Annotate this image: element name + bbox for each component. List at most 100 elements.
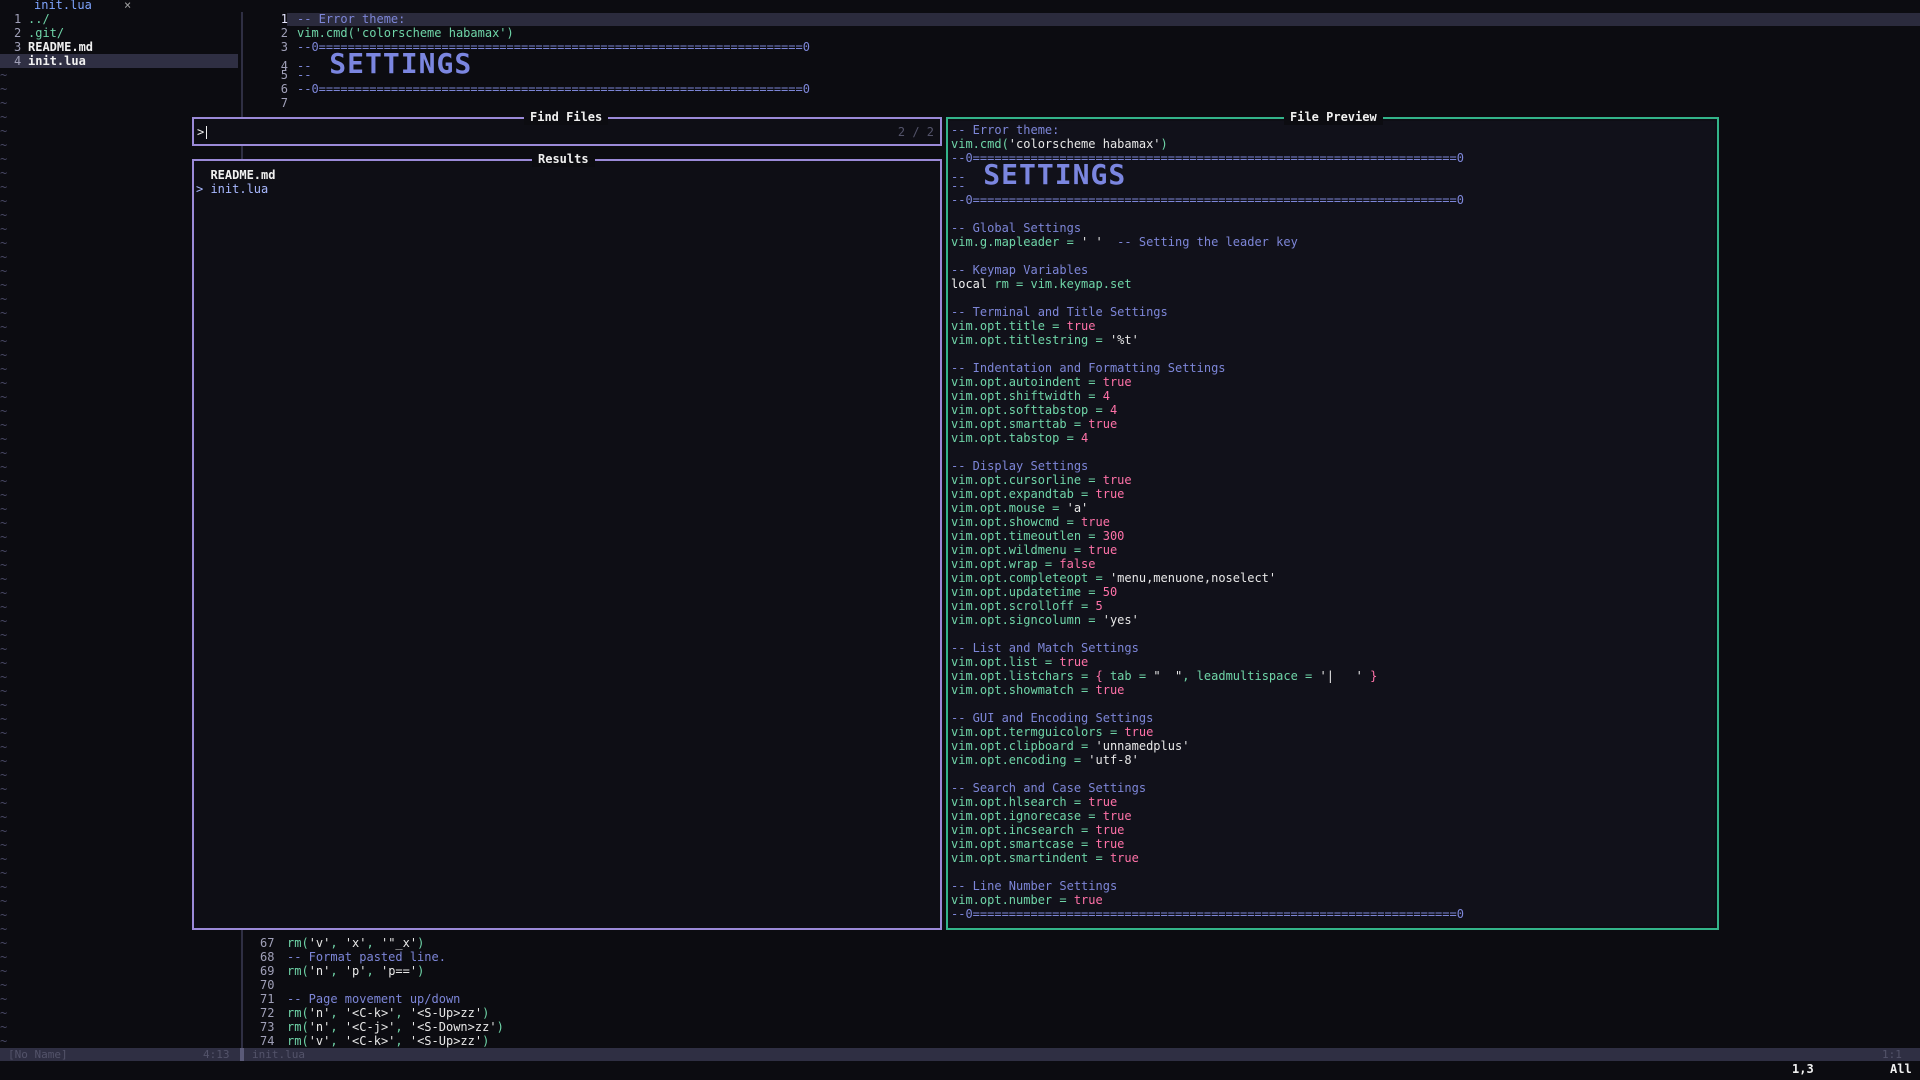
code-line: 1 -- Error theme: (266, 12, 810, 26)
results-window[interactable]: Results README.md > init.lua (192, 151, 942, 930)
preview-token: vim.opt.smartindent = (951, 851, 1110, 865)
results-title: Results (532, 151, 595, 167)
preview-token: vim.opt.smartcase = (951, 837, 1096, 851)
tab-init-lua[interactable]: init.lua (34, 0, 92, 12)
tree-item[interactable]: 1 ../ (0, 12, 238, 26)
tilde: ~ (0, 908, 8, 922)
code-token: 'x' (344, 936, 367, 950)
tree-item-label: ../ (28, 12, 50, 26)
tilde: ~ (0, 824, 8, 838)
preview-token: tab = (1102, 669, 1154, 683)
tab-close-icon[interactable]: × (124, 0, 131, 12)
code-token: 'n' (308, 1006, 331, 1020)
preview-token: vim.opt.smarttab = (951, 417, 1089, 431)
preview-token: '| ' (1319, 669, 1363, 683)
tilde: ~ (0, 278, 8, 292)
code-line: 4 -- SETTINGS (266, 50, 810, 78)
line-number: 69 (260, 964, 282, 978)
code-token: , (330, 936, 345, 950)
status-right-position: 1:1 (1882, 1048, 1902, 1061)
editor-top[interactable]: 1 -- Error theme: 2 vim.cmd('colorscheme ha… (266, 12, 810, 110)
preview-token: true (1059, 655, 1089, 669)
preview-line: vim.opt.title = true (951, 319, 1464, 333)
preview-line: vim.opt.hlsearch = true (951, 795, 1464, 809)
tree-item-number: 1 (14, 12, 22, 26)
preview-token: -- Keymap Variables (951, 263, 1089, 277)
command-line[interactable]: 1,3 All (0, 1062, 1920, 1078)
tilde: ~ (0, 586, 8, 600)
preview-line: vim.opt.number = true (951, 893, 1464, 907)
tree-item[interactable]: 4 init.lua (0, 54, 238, 68)
preview-token: " " (1153, 669, 1183, 683)
preview-token: 'yes' (1102, 613, 1139, 627)
preview-line: vim.g.mapleader = ' ' -- Setting the lea… (951, 235, 1464, 249)
preview-token: vim.opt.scrolloff = (951, 599, 1096, 613)
preview-line: vim.opt.timeoutlen = 300 (951, 529, 1464, 543)
preview-token: --0=====================================… (951, 907, 1464, 921)
tree-empty-lines: ~ ~ ~ ~ ~ ~ ~ ~ ~ ~ ~ ~ ~ ~ ~ ~ ~ ~ ~ ~ ~ ~ ~ ~ ~ ~ ~ ~ ~ ~ ~ ~ ~ ~ ~ ~ ~ ~ ~ ~… (0, 68, 7, 1048)
code-line: 71 -- Page movement up/down (260, 992, 504, 1006)
preview-token: rm = vim.keymap.set (987, 277, 1132, 291)
preview-line: vim.opt.smartcase = true (951, 837, 1464, 851)
tree-item-number: 4 (14, 54, 22, 68)
preview-token: true (1102, 375, 1132, 389)
code-line: 73 rm('n', '<C-j>', '<S-Down>zz') (260, 1020, 504, 1034)
preview-line (951, 249, 1464, 263)
preview-token: --0=====================================… (951, 193, 1464, 207)
tab-line: init.lua × (0, 0, 1920, 12)
tilde: ~ (0, 880, 8, 894)
preview-token: vim.opt.signcolumn = (951, 613, 1103, 627)
preview-token: vim.opt.termguicolors = (951, 725, 1125, 739)
code-token: rm( (287, 1034, 309, 1048)
preview-line (951, 627, 1464, 641)
tilde: ~ (0, 726, 8, 740)
preview-token: -- Setting the leader key (1102, 235, 1298, 249)
preview-token: vim.opt.autoindent = (951, 375, 1103, 389)
preview-line: vim.opt.smartindent = true (951, 851, 1464, 865)
code-token: rm( (287, 1006, 309, 1020)
results-list[interactable]: README.md > init.lua (196, 168, 275, 196)
preview-line: vim.opt.scrolloff = 5 (951, 599, 1464, 613)
code-token: , (330, 964, 345, 978)
tilde: ~ (0, 460, 8, 474)
tree-item[interactable]: 3 README.md (0, 40, 238, 54)
status-line: [No Name] 4:13 init.lua 1:1 (0, 1048, 1920, 1061)
text-caret (206, 126, 208, 139)
line-number: 5 (280, 68, 288, 82)
preview-line: vim.opt.expandtab = true (951, 487, 1464, 501)
code-token: '<C-j>' (344, 1020, 396, 1034)
preview-token: true (1109, 851, 1139, 865)
code-line: 68 -- Format pasted line. (260, 950, 504, 964)
preview-token: true (1124, 725, 1154, 739)
result-item[interactable]: README.md (196, 168, 275, 182)
preview-token: local (951, 277, 988, 291)
tilde: ~ (0, 978, 8, 992)
code-token: , (330, 1034, 345, 1048)
preview-token: vim.cmd( (951, 137, 1009, 151)
find-files-prompt[interactable]: Find Files > 2 / 2 (192, 109, 942, 146)
preview-line: -- Terminal and Title Settings (951, 305, 1464, 319)
preview-line: -- SETTINGS (951, 161, 1464, 189)
line-number: 70 (260, 978, 282, 992)
tilde: ~ (0, 474, 8, 488)
preview-token: 'menu,menuone,noselect' (1109, 571, 1277, 585)
tilde: ~ (0, 138, 8, 152)
editor-bottom[interactable]: 67 rm('v', 'x', '"_x') 68 -- Format paste… (260, 936, 504, 1048)
preview-line: -- GUI and Encoding Settings (951, 711, 1464, 725)
tilde: ~ (0, 222, 8, 236)
tilde: ~ (0, 82, 8, 96)
preview-line: local rm = vim.keymap.set (951, 277, 1464, 291)
preview-token: vim.opt.hlsearch = (951, 795, 1089, 809)
tilde: ~ (0, 572, 8, 586)
tilde: ~ (0, 768, 8, 782)
tilde: ~ (0, 810, 8, 824)
preview-token: vim.opt.wrap = (951, 557, 1060, 571)
preview-token: vim.opt.tabstop = (951, 431, 1082, 445)
result-item[interactable]: > init.lua (196, 182, 275, 196)
preview-line: -- Search and Case Settings (951, 781, 1464, 795)
search-input[interactable]: > (197, 125, 208, 139)
tree-item[interactable]: 2 .git/ (0, 26, 238, 40)
preview-line (951, 207, 1464, 221)
preview-line: vim.opt.listchars = { tab = " ", leadmul… (951, 669, 1464, 683)
tilde: ~ (0, 922, 8, 936)
